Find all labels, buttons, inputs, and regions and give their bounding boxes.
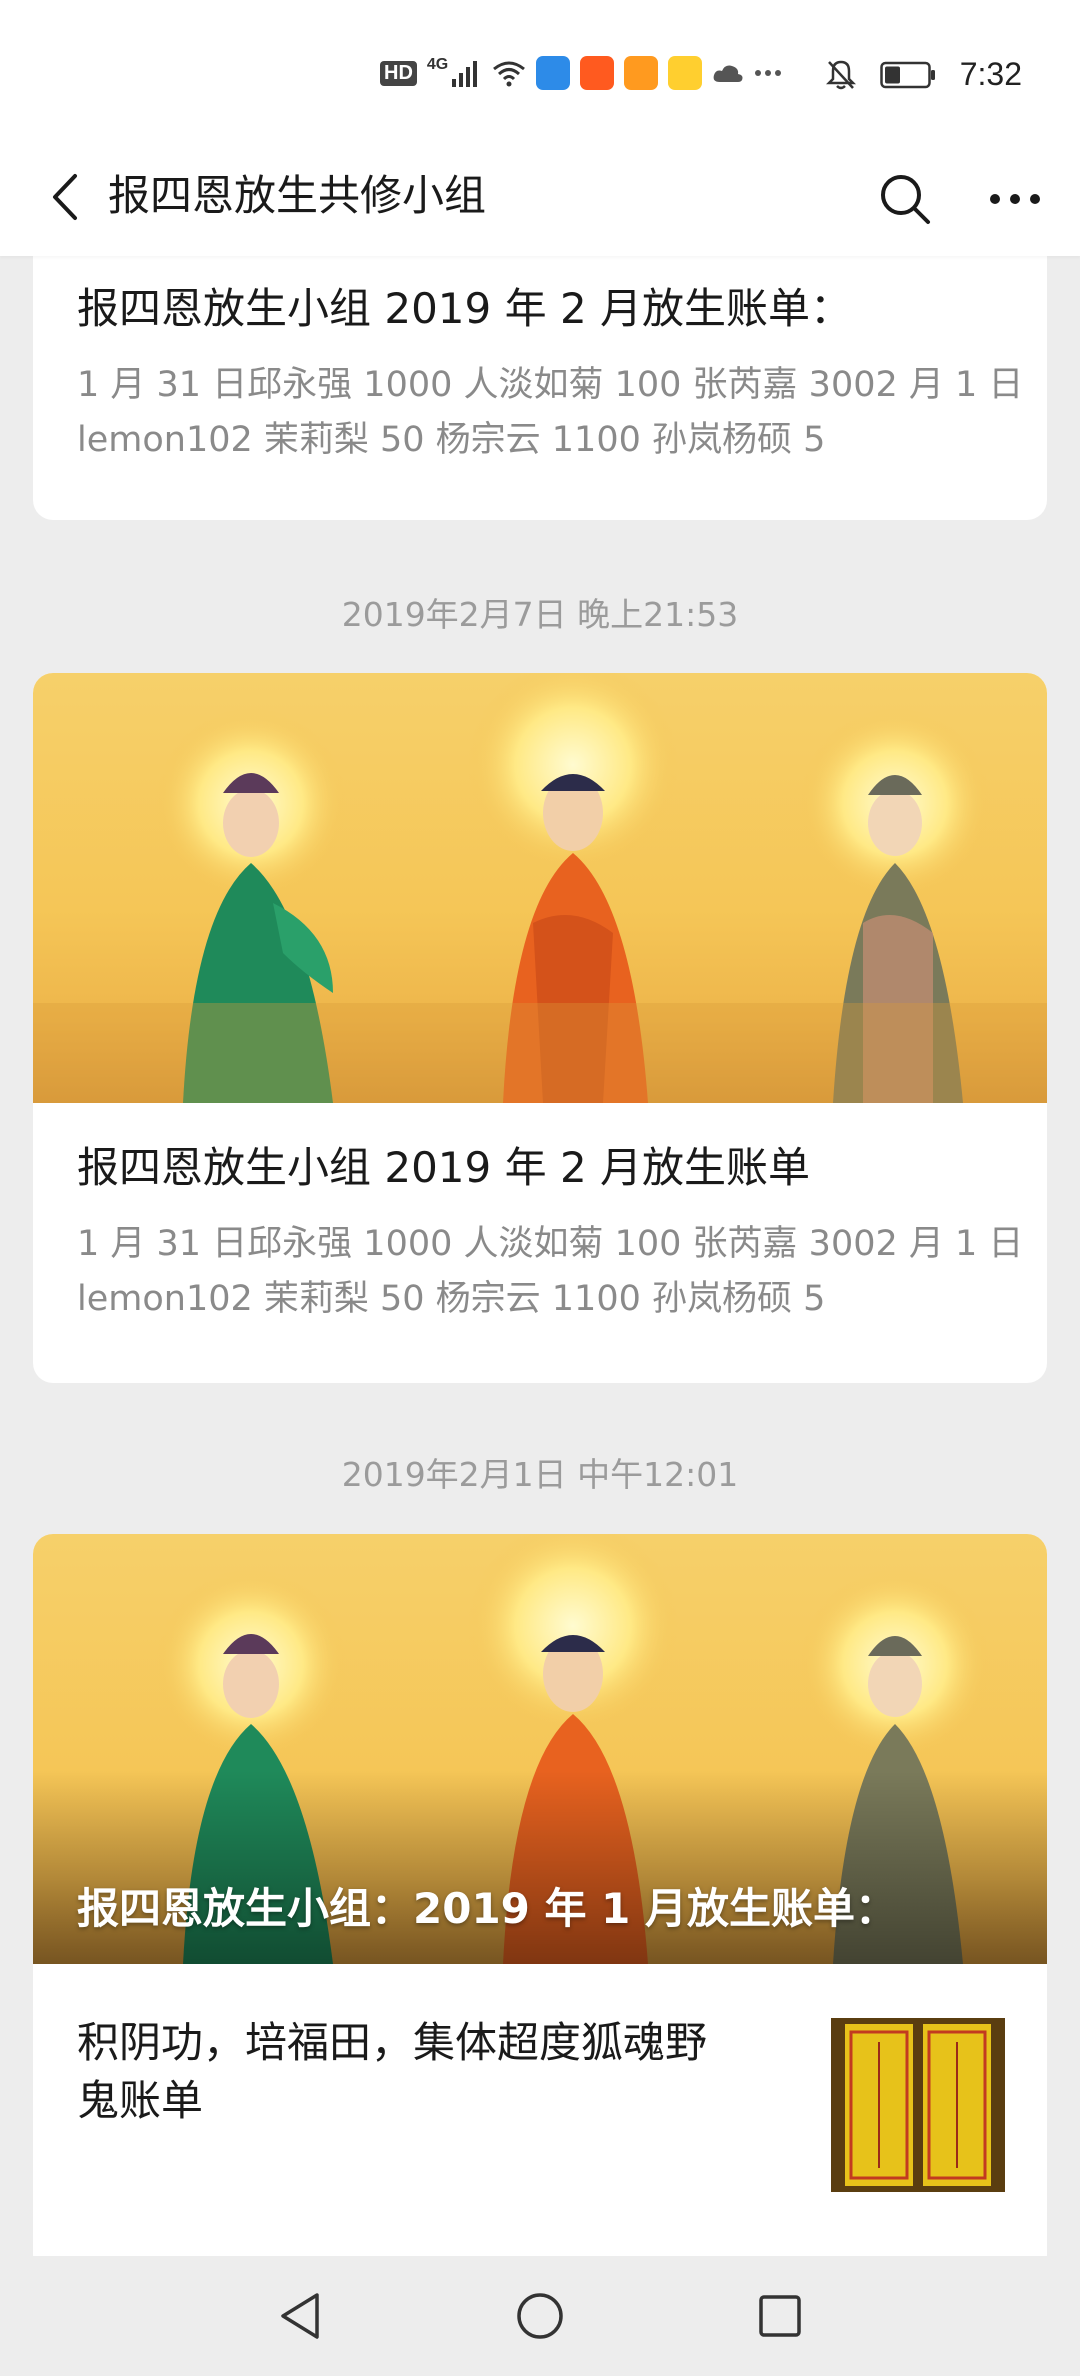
article-card-1[interactable]: 报四恩放生小组 2019 年 2 月放生账单： 1 月 31 日邱永强 1000… [33, 256, 1047, 520]
article-cover-image [33, 673, 1047, 1103]
top-header: 报四恩放生共修小组 [0, 140, 1080, 256]
cover-title: 报四恩放生小组：2019 年 1 月放生账单： [77, 1884, 897, 1933]
network-type-label: 4G [426, 56, 449, 73]
nav-recents-button[interactable] [740, 2276, 820, 2356]
nav-home-button[interactable] [500, 2276, 580, 2356]
cloud-icon [713, 65, 743, 82]
taobao-icon [580, 56, 615, 90]
back-button[interactable] [30, 162, 100, 232]
nav-back-button[interactable] [260, 2276, 340, 2356]
message-timestamp: 2019年2月7日 晚上21:53 [341, 595, 739, 634]
bell-muted-icon [825, 60, 856, 89]
more-button[interactable] [980, 164, 1050, 234]
article-desc-line2: lemon102 茉莉梨 50 杨宗云 1100 孙岚杨硕 5 [77, 1279, 826, 1319]
more-dots-icon [990, 194, 1040, 204]
page-title: 报四恩放生共修小组 [108, 171, 487, 220]
square-recents-icon [759, 2295, 801, 2337]
triangle-back-icon [281, 2293, 319, 2339]
article-desc-line1: 1 月 31 日邱永强 1000 人淡如菊 100 张芮嘉 3002 月 1 日 [77, 365, 1024, 405]
sub-article-row[interactable]: 积阴功，培福田，集体超度狐魂野 鬼账单 [33, 1964, 1047, 2256]
message-feed[interactable]: 报四恩放生小组 2019 年 2 月放生账单： 1 月 31 日邱永强 1000… [0, 256, 1080, 2256]
article-card-3[interactable]: 报四恩放生小组：2019 年 1 月放生账单： 积阴功，培福田，集体超度狐魂野 … [33, 1534, 1047, 2256]
buddha-painting-image [33, 673, 1047, 1103]
article-title: 报四恩放生小组 2019 年 2 月放生账单 [77, 1143, 811, 1192]
system-nav-bar [0, 2256, 1080, 2376]
article-card-2[interactable]: 报四恩放生小组 2019 年 2 月放生账单 1 月 31 日邱永强 1000 … [33, 673, 1047, 1383]
chevron-left-icon [53, 174, 77, 220]
status-icons: HD 4G [380, 56, 782, 90]
search-button[interactable] [870, 164, 940, 234]
app-icon-blue [536, 56, 571, 90]
hd-badge: HD [380, 60, 417, 86]
battery-icon [879, 61, 935, 88]
article-cover-image[interactable]: 报四恩放生小组：2019 年 1 月放生账单： [33, 1534, 1047, 1964]
sub-article-title-line2: 鬼账单 [77, 2076, 204, 2125]
talisman-image [831, 2018, 1005, 2192]
sub-article-thumbnail [831, 2018, 1005, 2192]
search-icon [881, 175, 930, 224]
status-right: 7:32 [825, 56, 1022, 93]
article-desc-line2: lemon102 茉莉梨 50 杨宗云 1100 孙岚杨硕 5 [77, 420, 826, 460]
circle-home-icon [517, 2293, 563, 2339]
app-icon-orange [624, 56, 659, 90]
wifi-icon [493, 61, 526, 87]
sub-article-title-line1: 积阴功，培福田，集体超度狐魂野 [77, 2018, 708, 2067]
status-time: 7:32 [959, 56, 1022, 92]
article-title: 报四恩放生小组 2019 年 2 月放生账单： [77, 284, 853, 333]
status-bar: HD 4G 7:32 [0, 0, 1080, 140]
message-timestamp: 2019年2月1日 中午12:01 [341, 1455, 739, 1494]
article-desc-line1: 1 月 31 日邱永强 1000 人淡如菊 100 张芮嘉 3002 月 1 日 [77, 1224, 1024, 1264]
signal-icon [452, 61, 478, 87]
app-icon-yellow [668, 56, 703, 90]
more-dots-icon [755, 70, 782, 76]
